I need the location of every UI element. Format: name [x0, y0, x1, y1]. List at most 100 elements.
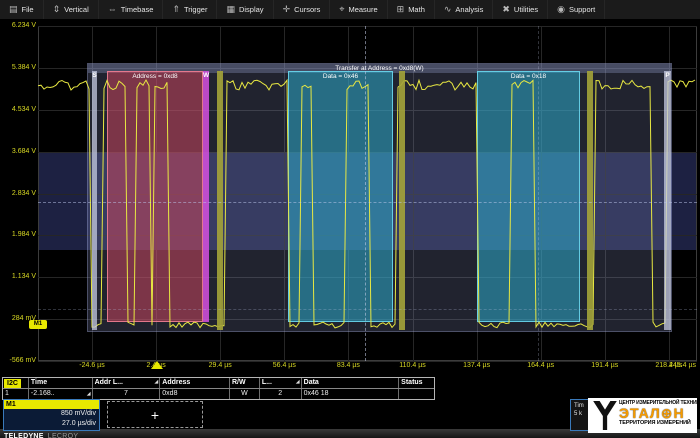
lecroy-logo-text: LECROY	[48, 433, 79, 438]
cell-rw: W	[230, 389, 260, 399]
decode-result-table: I2C TimeAddr L...◢AddressR/WL...◢DataStat…	[2, 377, 435, 400]
menu-item-label-vertical: Vertical	[64, 5, 89, 14]
m1-descriptor-title: M1	[4, 400, 99, 409]
cell-truncated-icon: ◢	[87, 392, 91, 397]
table-header-status[interactable]: Status	[399, 378, 434, 388]
m1-descriptor-box[interactable]: M1 850 mV/div 27.0 µs/div	[3, 399, 100, 431]
timebase-menu-icon: ⇔	[108, 5, 117, 14]
i2c-data-box: Data = 0x46	[288, 71, 393, 322]
y-axis-label: 2.834 V	[0, 190, 36, 197]
cell-time: -2.168..◢	[29, 389, 93, 399]
i2c-data-label: Data = 0x18	[478, 73, 579, 80]
i2c-stop-bar: P	[664, 71, 671, 330]
math-menu-icon: ⊞	[397, 5, 405, 14]
i2c-write-bar-label: W	[203, 72, 209, 79]
y-axis-label: 5.384 V	[0, 64, 36, 71]
trigger-position-marker[interactable]	[151, 361, 163, 369]
i2c-start-bar-label: S	[92, 72, 97, 79]
cell-addr-length: 7	[93, 389, 161, 399]
cursors-menu-icon: ✛	[283, 5, 291, 14]
menu-item-label-analysis: Analysis	[455, 5, 483, 14]
i2c-tab[interactable]: I2C	[4, 379, 21, 388]
column-expand-icon[interactable]: ◢	[154, 380, 158, 385]
table-header-l[interactable]: L...◢	[260, 378, 302, 388]
table-header-address[interactable]: Address	[160, 378, 230, 388]
horizontal-level-line-2[interactable]	[38, 309, 697, 310]
menu-item-utilities[interactable]: ✖ Utilities	[493, 0, 548, 19]
i2c-address-label: Address = 0xd8	[108, 73, 202, 80]
y-axis-label: 4.534 V	[0, 106, 36, 113]
logo-bottom-line: ТЕРРИТОРИЯ ИЗМЕРЕНИЙ	[619, 420, 696, 426]
table-header-row: I2C TimeAddr L...◢AddressR/WL...◢DataStat…	[3, 378, 434, 389]
table-row[interactable]: 1-2.168..◢70xd8W20x46 18	[3, 389, 434, 399]
table-header-rw[interactable]: R/W	[230, 378, 260, 388]
i2c-write-bar: W	[203, 71, 209, 322]
trigger-menu-icon: ⇑	[172, 5, 180, 14]
menu-item-vertical[interactable]: ⇕Vertical	[44, 0, 99, 19]
x-axis-label: 56.4 µs	[259, 362, 309, 369]
column-expand-icon[interactable]: ◢	[296, 380, 300, 385]
menu-item-label-utilities: Utilities	[514, 5, 538, 14]
table-header-corner: I2C	[3, 378, 29, 388]
menu-item-label-file: File	[22, 5, 34, 14]
menu-item-support[interactable]: ◉Support	[548, 0, 605, 19]
menu-bar: ▤ File ⇕Vertical ⇔ Timebase ⇑ Trigger ▦ Display ✛…	[0, 0, 700, 20]
x-axis-label: 164.4 µs	[516, 362, 566, 369]
x-axis-label: 29.4 µs	[195, 362, 245, 369]
vertical-cursor-1[interactable]	[365, 26, 366, 361]
i2c-data-box: Data = 0x18	[477, 71, 580, 322]
menu-item-display[interactable]: ▦ Display	[217, 0, 273, 19]
m1-level-indicator[interactable]: M1	[29, 320, 47, 329]
vertical-menu-icon: ⇕	[53, 5, 61, 14]
menu-item-math[interactable]: ⊞Math	[388, 0, 435, 19]
x-axis-label: 110.4 µs	[388, 362, 438, 369]
y-axis-label: -566 mV	[0, 357, 36, 364]
menu-item-label-math: Math	[408, 5, 425, 14]
x-axis-label: 191.4 µs	[580, 362, 630, 369]
vertical-cursor-2[interactable]	[538, 26, 539, 361]
menu-item-analysis[interactable]: ∿Analysis	[435, 0, 493, 19]
file-menu-icon: ▤	[9, 5, 18, 14]
i2c-ack-bar	[399, 71, 405, 330]
menu-item-label-timebase: Timebase	[121, 5, 154, 14]
h-gridline	[38, 26, 697, 27]
utilities-menu-icon: ✖	[502, 5, 510, 14]
oscilloscope-screen: ▤ File ⇕Vertical ⇔ Timebase ⇑ Trigger ▦ Display ✛…	[0, 0, 700, 438]
menu-item-label-measure: Measure	[348, 5, 377, 14]
table-header-addrl[interactable]: Addr L...◢	[93, 378, 161, 388]
menu-item-label-display: Display	[239, 5, 264, 14]
m1-time-per-div: 27.0 µs/div	[4, 419, 99, 429]
table-header-time[interactable]: Time	[29, 378, 93, 388]
support-menu-icon: ◉	[557, 5, 565, 14]
cell-length: 2	[260, 389, 302, 399]
horizontal-level-line-1[interactable]	[38, 202, 697, 203]
logo-name: ЭТАЛ⊕Н	[619, 406, 696, 420]
x-axis-label: 245.4 µs	[650, 362, 696, 369]
cell-data: 0x46 18	[302, 389, 400, 399]
tuning-fork-icon	[592, 401, 618, 435]
display-menu-icon: ▦	[226, 5, 235, 14]
analysis-menu-icon: ∿	[444, 5, 452, 14]
add-trace-button[interactable]: +	[107, 401, 203, 428]
y-axis-label: 3.684 V	[0, 148, 36, 155]
menu-item-trigger[interactable]: ⇑ Trigger	[163, 0, 217, 19]
menu-item-label-trigger: Trigger	[184, 5, 207, 14]
teledyne-logo-text: TELEDYNE	[4, 433, 44, 438]
measure-menu-icon: ⌖	[339, 5, 344, 14]
x-axis-label: 83.4 µs	[323, 362, 373, 369]
row-index: 1	[3, 389, 29, 399]
table-header-data[interactable]: Data	[302, 378, 400, 388]
y-axis-label: 6.234 V	[0, 22, 36, 29]
menu-item-measure[interactable]: ⌖ Measure	[330, 0, 387, 19]
cell-status	[399, 389, 434, 399]
i2c-ack-bar	[217, 71, 223, 330]
i2c-data-label: Data = 0x46	[289, 73, 392, 80]
menu-item-timebase[interactable]: ⇔ Timebase	[99, 0, 164, 19]
m1-volts-per-div: 850 mV/div	[4, 409, 99, 419]
menu-item-file[interactable]: ▤ File	[0, 0, 44, 19]
cell-address: 0xd8	[160, 389, 230, 399]
etalon-logo: ЦЕНТР ИЗМЕРИТЕЛЬНОЙ ТЕХНИКИ ЭТАЛ⊕Н ТЕРРИ…	[588, 398, 697, 433]
i2c-address-box: Address = 0xd8	[107, 71, 203, 322]
i2c-start-bar: S	[92, 71, 97, 330]
menu-item-cursors[interactable]: ✛Cursors	[274, 0, 331, 19]
